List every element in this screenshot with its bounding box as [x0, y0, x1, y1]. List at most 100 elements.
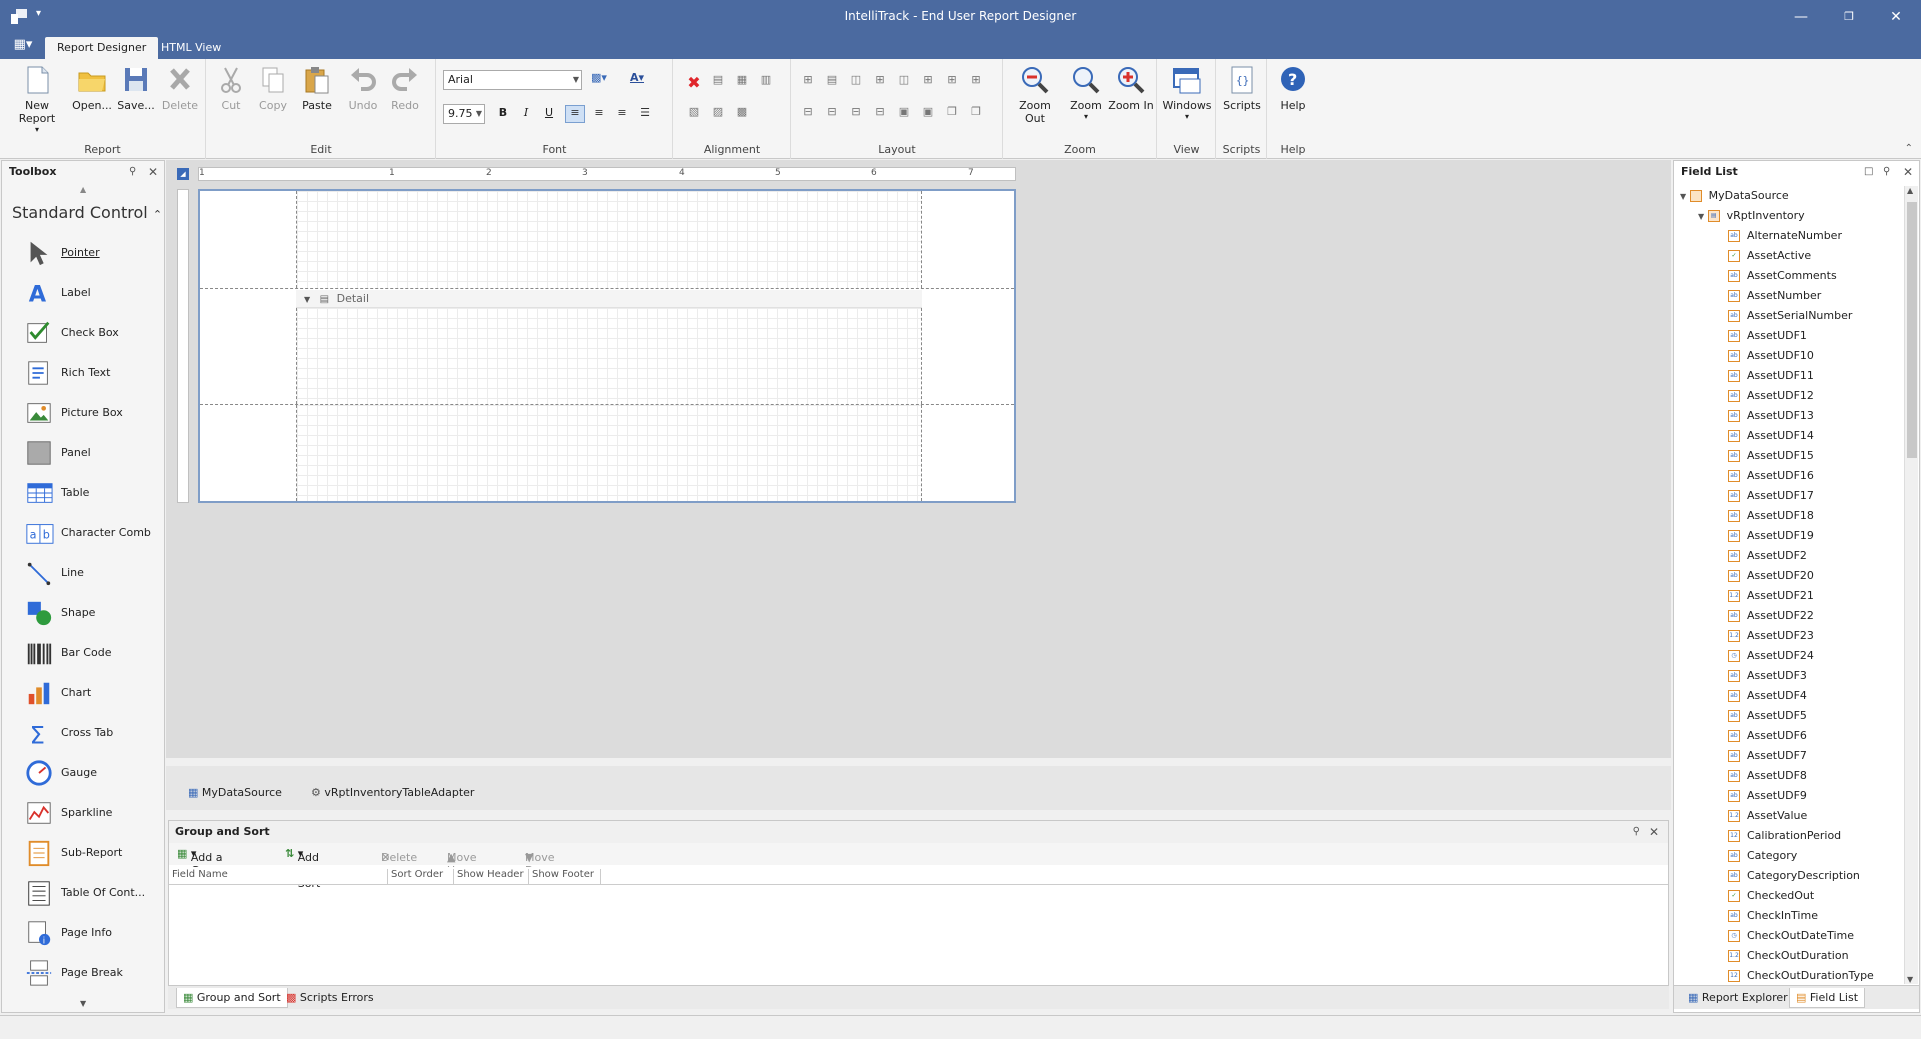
- field-item[interactable]: ab AssetUDF3: [1728, 667, 1807, 685]
- bottom-margin-band[interactable]: [296, 405, 922, 501]
- field-item[interactable]: ab AssetUDF20: [1728, 567, 1814, 585]
- field-item[interactable]: ab AssetUDF9: [1728, 787, 1807, 805]
- scroll-down-icon[interactable]: ▼: [1907, 975, 1913, 984]
- toolbox-item-gauge[interactable]: Gauge: [24, 757, 164, 789]
- make-same-size-icon[interactable]: ⊞: [870, 73, 890, 91]
- toolbox-item-picture-box[interactable]: Picture Box: [24, 397, 164, 429]
- make-same-width-icon[interactable]: ▤: [822, 73, 842, 91]
- make-same-height-icon[interactable]: ◫: [846, 73, 866, 91]
- bring-to-front-icon[interactable]: ❐: [942, 105, 962, 123]
- font-style-dropdown-icon[interactable]: ▩▾: [589, 71, 609, 89]
- column-show-footer[interactable]: Show Footer: [529, 869, 601, 885]
- align-bottoms-icon[interactable]: ▩: [732, 105, 752, 123]
- windows-button[interactable]: Windows ▾: [1162, 65, 1212, 121]
- toolbox-item-shape[interactable]: Shape: [24, 597, 164, 629]
- send-to-back-icon[interactable]: ❐: [966, 105, 986, 123]
- field-item[interactable]: 1.2 AssetValue: [1728, 807, 1807, 825]
- bold-button[interactable]: B: [493, 106, 513, 124]
- toolbox-item-sparkline[interactable]: Sparkline: [24, 797, 164, 829]
- scripts-button[interactable]: {} Scripts: [1221, 65, 1263, 112]
- field-item[interactable]: ab AssetSerialNumber: [1728, 307, 1852, 325]
- field-item[interactable]: ab AssetUDF18: [1728, 507, 1814, 525]
- toolbox-item-cross-tab[interactable]: Σ Cross Tab: [24, 717, 164, 749]
- file-menu-button[interactable]: ▦▾: [8, 37, 38, 57]
- scroll-up-icon[interactable]: ▲: [1907, 186, 1913, 195]
- underline-button[interactable]: U: [539, 106, 559, 124]
- open-button[interactable]: Open...: [72, 65, 112, 112]
- field-item[interactable]: ab CategoryDescription: [1728, 867, 1860, 885]
- vertical-spacing-decrease-icon[interactable]: ⊟: [846, 105, 866, 123]
- tab-group-and-sort[interactable]: ▦ Group and Sort: [176, 988, 288, 1008]
- font-size-select[interactable]: 9.75 ▼: [443, 104, 485, 124]
- close-button[interactable]: ✕: [1881, 6, 1911, 28]
- toolbox-item-rich-text[interactable]: Rich Text: [24, 357, 164, 389]
- horizontal-spacing-decrease-icon[interactable]: ⊞: [942, 73, 962, 91]
- align-left-button[interactable]: ≡: [565, 105, 585, 123]
- align-center-button[interactable]: ≡: [589, 106, 609, 124]
- field-item[interactable]: ✓ CheckedOut: [1728, 887, 1814, 905]
- column-sort-order[interactable]: Sort Order: [388, 869, 454, 885]
- close-icon[interactable]: ✕: [148, 165, 158, 179]
- field-item[interactable]: ab AssetUDF8: [1728, 767, 1807, 785]
- field-item[interactable]: ab AssetUDF17: [1728, 487, 1814, 505]
- toolbox-item-character-comb[interactable]: a b Character Comb: [24, 517, 164, 549]
- tab-field-list[interactable]: ▤ Field List: [1789, 988, 1866, 1008]
- italic-button[interactable]: I: [516, 106, 536, 124]
- toolbox-item-table-of-cont[interactable]: Table Of Cont...: [24, 877, 164, 909]
- field-item[interactable]: ab AssetUDF2: [1728, 547, 1807, 565]
- tab-html-view[interactable]: HTML View: [149, 37, 233, 59]
- field-item[interactable]: 12 CheckOutDurationType: [1728, 967, 1874, 985]
- minimize-button[interactable]: —: [1786, 6, 1816, 28]
- close-icon[interactable]: ✕: [1903, 165, 1913, 179]
- field-item[interactable]: ab AssetNumber: [1728, 287, 1821, 305]
- column-field-name[interactable]: Field Name: [169, 869, 388, 885]
- field-item[interactable]: ab AssetUDF10: [1728, 347, 1814, 365]
- help-button[interactable]: ? Help: [1272, 65, 1314, 112]
- zoom-in-button[interactable]: Zoom In: [1108, 65, 1154, 112]
- toolbox-item-line[interactable]: Line: [24, 557, 164, 589]
- horizontal-spacing-remove-icon[interactable]: ⊞: [966, 73, 986, 91]
- field-item[interactable]: ab CheckInTime: [1728, 907, 1818, 925]
- center-horizontally-icon[interactable]: ▣: [894, 105, 914, 123]
- collapse-triangle-icon[interactable]: ▼: [304, 295, 310, 304]
- close-icon[interactable]: ✕: [1649, 825, 1659, 839]
- toolbox-category[interactable]: Standard Control ⌃: [12, 203, 162, 222]
- expand-chevron-icon[interactable]: ▼: [1698, 212, 1704, 221]
- detail-band-header[interactable]: ▼ ▤ Detail: [296, 290, 922, 308]
- field-item[interactable]: 1.2 CheckOutDuration: [1728, 947, 1849, 965]
- toolbox-item-page-info[interactable]: i Page Info: [24, 917, 164, 949]
- align-centers-icon[interactable]: ▦: [732, 73, 752, 91]
- toolbox-item-check-box[interactable]: Check Box: [24, 317, 164, 349]
- maximize-icon[interactable]: □: [1864, 166, 1873, 177]
- vertical-spacing-equal-icon[interactable]: ⊟: [798, 105, 818, 123]
- undo-button[interactable]: Undo: [343, 65, 383, 112]
- field-item[interactable]: ab AssetUDF1: [1728, 327, 1807, 345]
- detail-band[interactable]: [296, 308, 922, 404]
- restore-button[interactable]: ❐: [1834, 6, 1864, 28]
- field-item[interactable]: ab AssetUDF11: [1728, 367, 1814, 385]
- field-item[interactable]: 1.2 AssetUDF21: [1728, 587, 1814, 605]
- field-item[interactable]: ab AssetUDF13: [1728, 407, 1814, 425]
- redo-button[interactable]: Redo: [385, 65, 425, 112]
- zoom-out-button[interactable]: Zoom Out: [1008, 65, 1062, 125]
- field-item[interactable]: 1.2 AssetUDF23: [1728, 627, 1814, 645]
- field-item[interactable]: ab AssetUDF19: [1728, 527, 1814, 545]
- field-list-scrollbar[interactable]: ▲ ▼: [1904, 186, 1918, 984]
- copy-button[interactable]: Copy: [253, 65, 293, 112]
- cut-button[interactable]: Cut: [213, 65, 249, 112]
- datasource-component[interactable]: ▦ MyDataSource: [188, 786, 282, 799]
- collapse-ribbon-icon[interactable]: ⌃: [1905, 143, 1913, 154]
- justify-button[interactable]: ☰: [635, 106, 655, 124]
- table-adapter-component[interactable]: ⚙ vRptInventoryTableAdapter: [311, 786, 474, 799]
- add-sort-button[interactable]: ⇅ Add a Sort ▾: [285, 847, 320, 890]
- field-item[interactable]: ab AlternateNumber: [1728, 227, 1842, 245]
- table-node[interactable]: ▼ ▤ vRptInventory: [1698, 207, 1805, 225]
- align-rights-icon[interactable]: ▥: [756, 73, 776, 91]
- field-item[interactable]: ◷ AssetUDF24: [1728, 647, 1814, 665]
- toolbox-item-bar-code[interactable]: Bar Code: [24, 637, 164, 669]
- scrollbar-thumb[interactable]: [1907, 202, 1917, 458]
- add-group-button[interactable]: ▦ Add a Group ▾: [177, 847, 224, 877]
- top-margin-band[interactable]: [296, 191, 922, 288]
- font-name-select[interactable]: Arial ▼: [443, 70, 582, 90]
- delete-button[interactable]: Delete: [160, 65, 200, 112]
